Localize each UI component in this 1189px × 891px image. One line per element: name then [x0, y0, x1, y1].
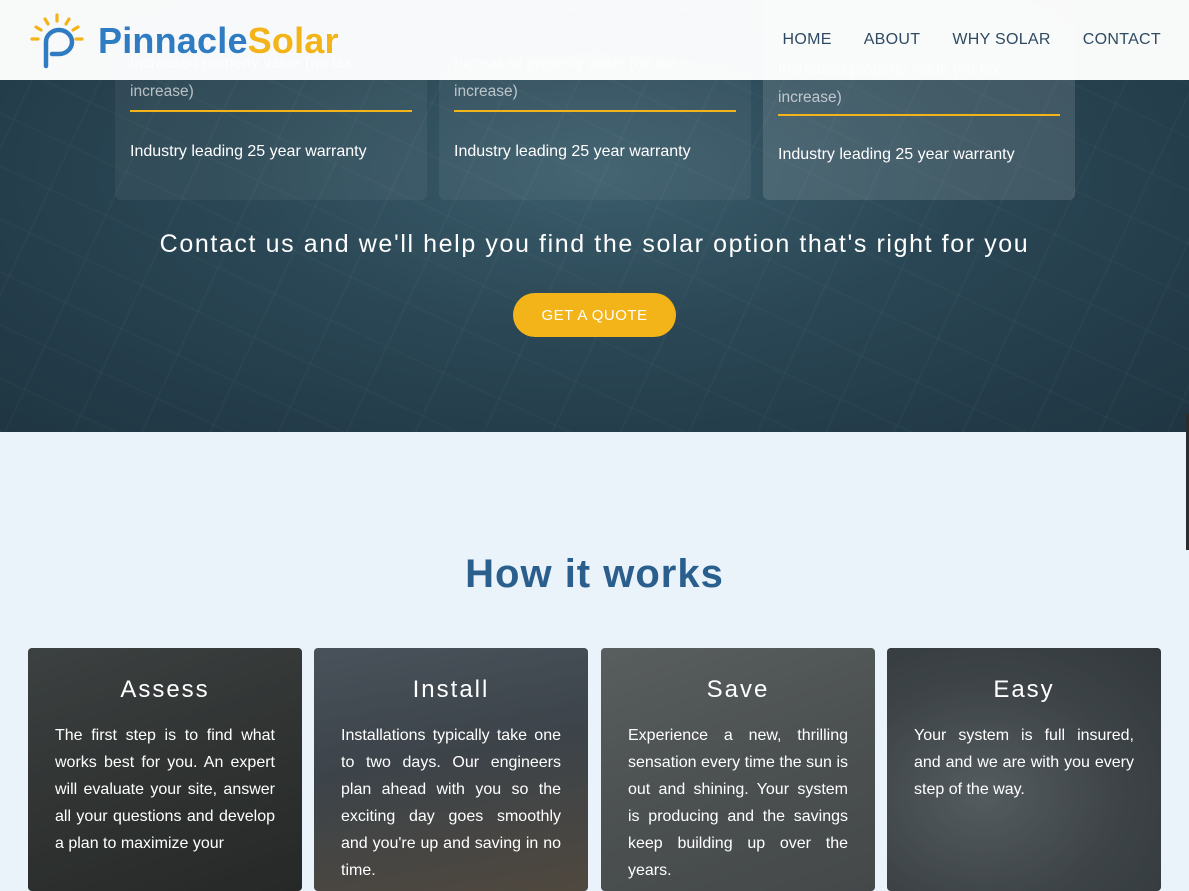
step-title: Install — [412, 676, 490, 703]
divider — [130, 110, 412, 112]
nav-home[interactable]: HOME — [782, 31, 831, 49]
step-card-install: Install Installations typically take one… — [314, 648, 588, 891]
plan-warranty: Industry leading 25 year warranty — [454, 143, 691, 160]
step-card-easy: Easy Your system is full insured, and an… — [887, 648, 1161, 891]
main-nav: HOME ABOUT WHY SOLAR CONTACT — [750, 0, 1161, 80]
section-title: How it works — [465, 552, 724, 596]
step-title: Save — [706, 676, 770, 703]
step-card-save: Save Experience a new, thrilling sensati… — [601, 648, 875, 891]
plan-warranty: Industry leading 25 year warranty — [778, 146, 1015, 163]
get-quote-button[interactable]: GET A QUOTE — [513, 293, 676, 337]
divider — [778, 114, 1060, 116]
nav-why-solar[interactable]: WHY SOLAR — [952, 31, 1050, 49]
step-title: Assess — [120, 676, 210, 703]
step-card-assess: Assess The first step is to find what wo… — [28, 648, 302, 891]
step-title: Easy — [993, 676, 1055, 703]
divider — [454, 110, 736, 112]
plan-warranty: Industry leading 25 year warranty — [130, 143, 367, 160]
nav-contact[interactable]: CONTACT — [1083, 31, 1161, 49]
step-text: Your system is full insured, and and we … — [914, 727, 1134, 798]
sun-p-logo-icon — [28, 12, 86, 70]
nav-about[interactable]: ABOUT — [864, 31, 921, 49]
brand-logo[interactable]: PinnacleSolar — [28, 12, 339, 70]
brand-name: PinnacleSolar — [98, 20, 339, 61]
step-text: The first step is to find what works bes… — [55, 727, 275, 852]
cta-text: Contact us and we'll help you find the s… — [159, 230, 1030, 258]
step-text: Installations typically take one to two … — [341, 727, 561, 879]
step-text: Experience a new, thrilling sensation ev… — [628, 727, 848, 879]
site-header: PinnacleSolar HOME ABOUT WHY SOLAR CONTA… — [0, 0, 1189, 80]
